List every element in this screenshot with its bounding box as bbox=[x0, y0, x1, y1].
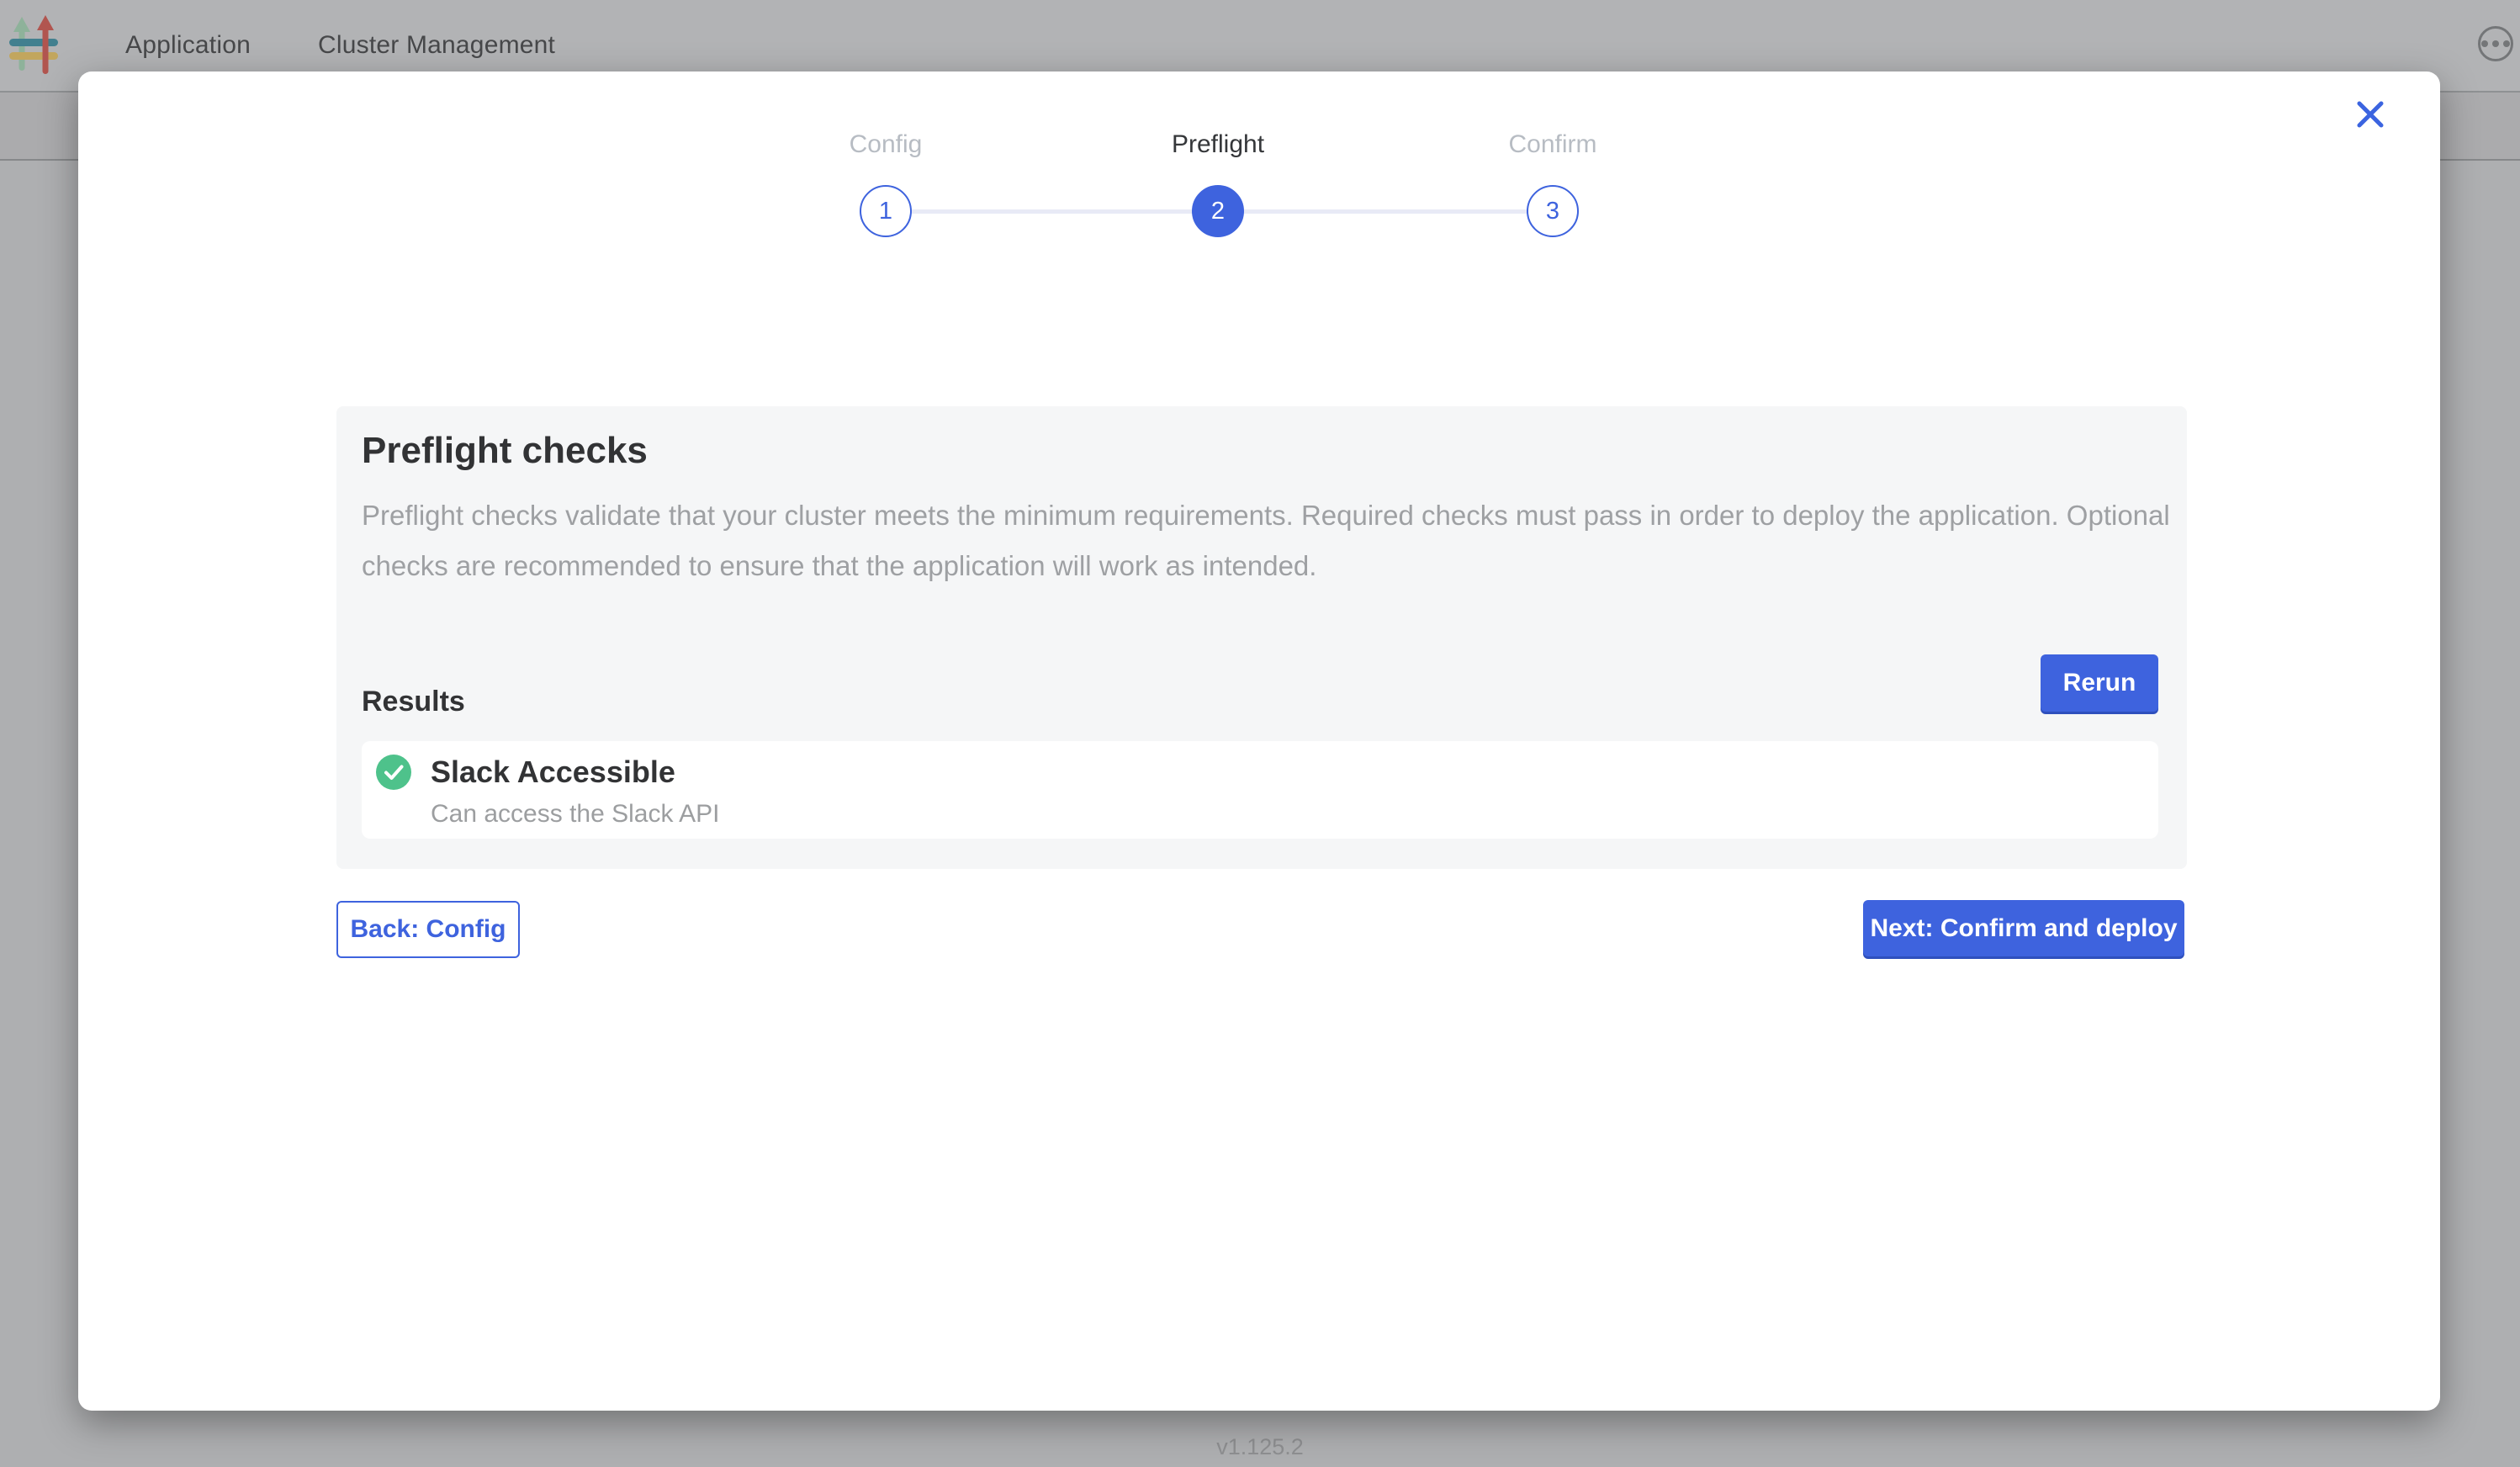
step-label-config: Config bbox=[760, 130, 1012, 159]
ellipsis-menu-button[interactable] bbox=[2478, 26, 2513, 61]
close-icon[interactable] bbox=[2354, 98, 2386, 130]
step-circle-2: 2 bbox=[1192, 185, 1244, 237]
step-circle-1: 1 bbox=[860, 185, 912, 237]
next-confirm-deploy-button[interactable]: Next: Confirm and deploy bbox=[1863, 900, 2184, 956]
preflight-panel: Preflight checks Preflight checks valida… bbox=[336, 406, 2187, 869]
back-config-button[interactable]: Back: Config bbox=[336, 901, 520, 958]
ellipsis-menu-icon bbox=[2481, 40, 2488, 47]
panel-title: Preflight checks bbox=[362, 430, 648, 472]
version-label: v1.125.2 bbox=[0, 1434, 2520, 1460]
results-heading: Results bbox=[362, 686, 465, 718]
check-detail: Can access the Slack API bbox=[431, 800, 720, 829]
check-name: Slack Accessible bbox=[431, 755, 675, 790]
rerun-button[interactable]: Rerun bbox=[2041, 654, 2158, 712]
step-label-confirm: Confirm bbox=[1427, 130, 1679, 159]
preflight-modal: Config Preflight Confirm 1 2 3 Preflight… bbox=[78, 71, 2440, 1411]
panel-description: Preflight checks validate that your clus… bbox=[362, 490, 2170, 591]
check-pass-icon bbox=[376, 755, 411, 790]
check-result-row: Slack Accessible Can access the Slack AP… bbox=[362, 741, 2158, 839]
step-label-preflight: Preflight bbox=[1092, 130, 1344, 159]
app-logo-icon[interactable] bbox=[8, 15, 59, 76]
step-circle-3: 3 bbox=[1527, 185, 1579, 237]
